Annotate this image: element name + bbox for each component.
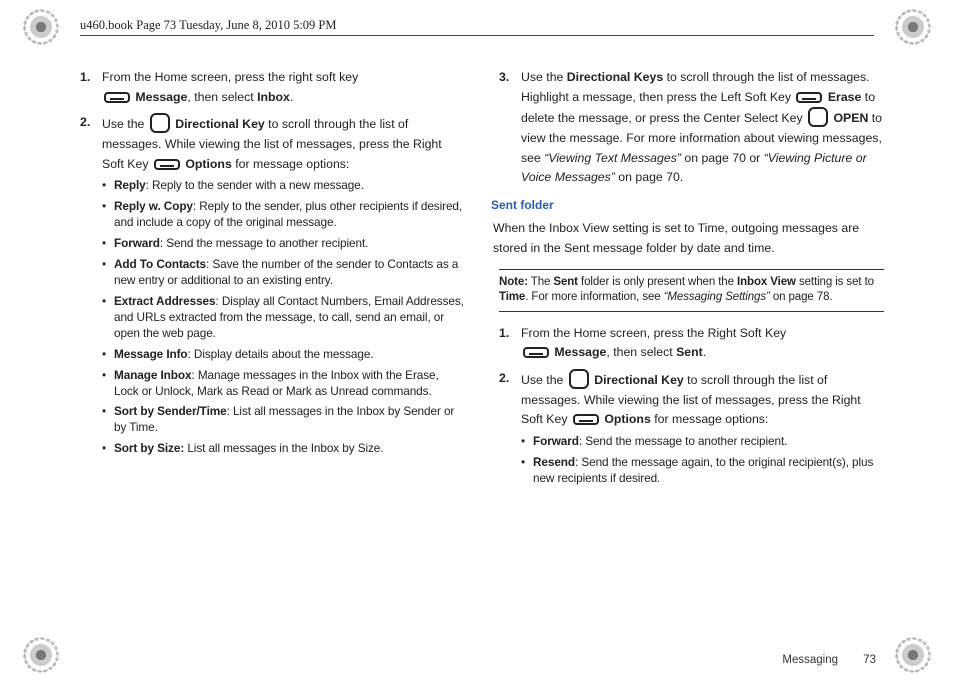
bullet-title: Message Info — [114, 347, 188, 361]
label-erase: Erase — [828, 90, 862, 104]
page-footer: Messaging 73 — [782, 654, 876, 666]
footer-section: Messaging — [782, 654, 838, 666]
soft-key-icon — [796, 92, 822, 103]
note-text: The — [528, 276, 554, 288]
step-text: From the Home screen, press the right so… — [102, 70, 358, 84]
label-message: Message — [554, 345, 606, 359]
list-item: Resend: Send the message again, to the o… — [533, 455, 884, 487]
bullet-title: Add To Contacts — [114, 257, 206, 271]
label-directional-key: Directional Key — [175, 117, 265, 131]
bullet-title: Forward — [533, 434, 579, 448]
center-select-key-icon — [808, 107, 828, 127]
label-options: Options — [604, 412, 650, 426]
note-text: setting is set to — [796, 276, 874, 288]
label-inbox: Inbox — [257, 90, 290, 104]
sent-step-1: 1. From the Home screen, press the Right… — [521, 324, 884, 363]
list-item: Extract Addresses: Display all Contact N… — [114, 294, 465, 342]
bullet-desc: : Send the message again, to the origina… — [533, 455, 873, 485]
label-open: OPEN — [833, 111, 868, 125]
step-text: From the Home screen, press the Right So… — [521, 326, 786, 340]
step-text: on page 70 or — [681, 151, 764, 165]
step-text: , then select — [187, 90, 257, 104]
list-item: Reply w. Copy: Reply to the sender, plus… — [114, 199, 465, 231]
bullet-title: Manage Inbox — [114, 368, 191, 382]
step-text: Use the — [521, 70, 567, 84]
step-number: 3. — [499, 68, 509, 88]
page-body: 1. From the Home screen, press the right… — [80, 68, 884, 642]
bullet-title: Sort by Sender/Time — [114, 404, 227, 418]
note-inbox-view: Inbox View — [737, 276, 796, 288]
list-item: Manage Inbox: Manage messages in the Inb… — [114, 368, 465, 400]
note-sent: Sent — [553, 276, 578, 288]
soft-key-icon — [104, 92, 130, 103]
list-item: Sort by Sender/Time: List all messages i… — [114, 404, 465, 436]
ref-link: “Viewing Text Messages” — [544, 151, 681, 165]
note-text: on page 78. — [770, 291, 833, 303]
list-item: Forward: Send the message to another rec… — [533, 434, 884, 450]
list-item: Add To Contacts: Save the number of the … — [114, 257, 465, 289]
crop-mark-icon — [24, 10, 58, 44]
step-3: 3. Use the Directional Keys to scroll th… — [521, 68, 884, 188]
note-label: Note: — [499, 276, 528, 288]
note-time: Time — [499, 291, 525, 303]
section-intro: When the Inbox View setting is set to Ti… — [493, 219, 884, 258]
step-text: . — [703, 345, 706, 359]
step-2: 2. Use the Directional Key to scroll thr… — [102, 113, 465, 457]
step-text: for message options: — [232, 157, 350, 171]
bullet-desc: List all messages in the Inbox by Size. — [184, 441, 383, 455]
label-message: Message — [135, 90, 187, 104]
step-text: , then select — [606, 345, 676, 359]
step-number: 1. — [80, 68, 90, 88]
crop-mark-icon — [24, 638, 58, 672]
bullet-title: Forward — [114, 236, 160, 250]
section-heading-sent-folder: Sent folder — [491, 196, 884, 215]
bullet-title: Extract Addresses — [114, 294, 215, 308]
sent-step-2: 2. Use the Directional Key to scroll thr… — [521, 369, 884, 487]
bullet-desc: : Send the message to another recipient. — [160, 236, 368, 250]
note-text: . For more information, see — [525, 291, 663, 303]
step-text: on page 70. — [615, 170, 683, 184]
step-number: 2. — [499, 369, 509, 389]
header-text: u460.book Page 73 Tuesday, June 8, 2010 … — [80, 18, 337, 32]
step-number: 1. — [499, 324, 509, 344]
header-rule — [80, 35, 874, 36]
bullet-desc: : Display details about the message. — [188, 347, 374, 361]
bullet-title: Resend — [533, 455, 575, 469]
note-text: folder is only present when the — [578, 276, 737, 288]
note-block: Note: The Sent folder is only present wh… — [499, 269, 884, 312]
list-item: Forward: Send the message to another rec… — [114, 236, 465, 252]
step-text: . — [290, 90, 293, 104]
label-options: Options — [185, 157, 231, 171]
bullet-desc: : Reply to the sender with a new message… — [146, 178, 364, 192]
step-number: 2. — [80, 113, 90, 133]
crop-mark-icon — [896, 10, 930, 44]
ref-link: “Messaging Settings” — [664, 291, 770, 303]
soft-key-icon — [573, 414, 599, 425]
bullet-desc: : Send the message to another recipient. — [579, 434, 787, 448]
label-directional-key: Directional Key — [594, 373, 684, 387]
list-item: Sort by Size: List all messages in the I… — [114, 441, 465, 457]
page-header: u460.book Page 73 Tuesday, June 8, 2010 … — [80, 18, 874, 36]
step-text: Use the — [521, 373, 567, 387]
step-text: for message options: — [651, 412, 769, 426]
page-number: 73 — [863, 654, 876, 666]
column-right: 3. Use the Directional Keys to scroll th… — [499, 68, 884, 642]
crop-mark-icon — [896, 638, 930, 672]
label-sent: Sent — [676, 345, 703, 359]
list-item: Message Info: Display details about the … — [114, 347, 465, 363]
bullet-title: Reply — [114, 178, 146, 192]
soft-key-icon — [154, 159, 180, 170]
step-text: Use the — [102, 117, 148, 131]
bullet-title: Sort by Size: — [114, 441, 184, 455]
directional-key-icon — [150, 113, 170, 133]
soft-key-icon — [523, 347, 549, 358]
step-1: 1. From the Home screen, press the right… — [102, 68, 465, 107]
label-directional-keys: Directional Keys — [567, 70, 663, 84]
directional-key-icon — [569, 369, 589, 389]
bullet-title: Reply w. Copy — [114, 199, 193, 213]
list-item: Reply: Reply to the sender with a new me… — [114, 178, 465, 194]
column-left: 1. From the Home screen, press the right… — [80, 68, 465, 642]
